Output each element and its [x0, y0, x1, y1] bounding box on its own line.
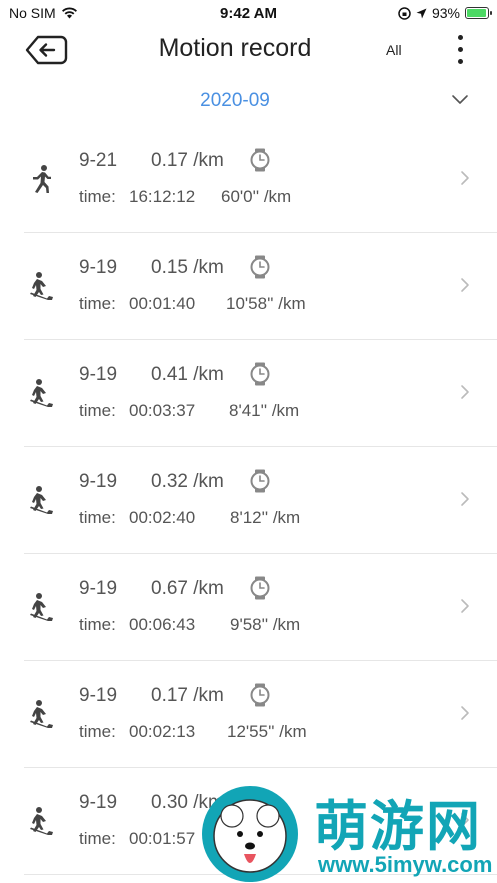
- record-date: 9-19: [79, 364, 118, 385]
- record-distance: 0.15 /km: [151, 257, 224, 278]
- record-time-label: time:: [79, 722, 116, 741]
- record-time-label: time:: [79, 294, 116, 313]
- record-time: 00:02:13: [129, 722, 196, 741]
- record-row[interactable]: 9-19 0.15 /km time: 00:01:40 10'58'' /km: [24, 233, 497, 340]
- record-row[interactable]: 9-21 0.17 /km time: 16:12:12 60'0'' /km: [24, 126, 497, 233]
- nav-bar: Motion record All: [0, 26, 497, 74]
- battery-level: [467, 9, 486, 17]
- chevron-right-icon: [461, 278, 469, 292]
- battery-icon: [465, 7, 492, 19]
- record-date: 9-19: [79, 471, 118, 492]
- orientation-lock-icon: [398, 6, 411, 20]
- record-pace: 12'55'' /km: [227, 722, 307, 741]
- record-distance: 0.67 /km: [151, 578, 224, 599]
- record-distance: 0.41 /km: [151, 364, 224, 385]
- month-selector[interactable]: 2020-09: [0, 78, 497, 126]
- chevron-right-icon: [461, 171, 469, 185]
- chevron-down-icon[interactable]: [450, 92, 470, 106]
- record-pace: 10'58'' /km: [226, 294, 306, 313]
- watch-icon: [250, 576, 270, 600]
- record-time: 00:03:37: [129, 401, 196, 420]
- record-time: 00:01:57: [129, 829, 196, 848]
- record-row[interactable]: 9-19 0.67 /km time: 00:06:43 9'58'' /km: [24, 554, 497, 661]
- record-pace: 9'58'' /km: [230, 615, 301, 634]
- record-time-label: time:: [79, 401, 116, 420]
- walking-icon: [33, 165, 51, 193]
- location-arrow-icon: [416, 8, 427, 18]
- record-time-label: time:: [79, 187, 116, 206]
- more-options-button[interactable]: [452, 32, 468, 68]
- month-label[interactable]: 2020-09: [0, 90, 470, 112]
- record-pace: 60'0'' /km: [221, 187, 292, 206]
- record-row[interactable]: 9-19 0.41 /km time: 00:03:37 8'41'' /km: [24, 340, 497, 447]
- record-distance: 0.17 /km: [151, 150, 224, 171]
- record-time-label: time:: [79, 615, 116, 634]
- record-date: 9-19: [79, 685, 118, 706]
- watch-icon: [250, 469, 270, 493]
- filter-all-button[interactable]: All: [386, 42, 402, 58]
- record-time-label: time:: [79, 829, 116, 848]
- watch-icon: [250, 255, 270, 279]
- record-row[interactable]: 9-19 0.32 /km time: 00:02:40 8'12'' /km: [24, 447, 497, 554]
- battery-percent: 93%: [431, 5, 460, 21]
- record-pace: 8'41'' /km: [229, 401, 300, 420]
- record-date: 9-19: [79, 792, 118, 813]
- watermark-text: 萌游网: [314, 797, 482, 857]
- record-row[interactable]: 9-19 0.17 /km time: 00:02:13 12'55'' /km: [24, 661, 497, 768]
- chevron-right-icon: [461, 385, 469, 399]
- treadmill-icon: [30, 700, 53, 728]
- record-time: 16:12:12: [129, 187, 196, 206]
- record-list: 9-21 0.17 /km time: 16:12:12 60'0'' /km …: [0, 126, 497, 875]
- record-time: 00:06:43: [129, 615, 196, 634]
- watch-icon: [250, 683, 270, 707]
- watch-icon: [250, 790, 270, 814]
- chevron-right-icon: [461, 706, 469, 720]
- record-distance: 0.30 /km: [151, 792, 224, 813]
- watch-icon: [250, 148, 270, 172]
- record-distance: 0.32 /km: [151, 471, 224, 492]
- record-time: 00:02:40: [129, 508, 196, 527]
- treadmill-icon: [30, 593, 53, 621]
- more-dot: [457, 35, 463, 40]
- chevron-right-icon: [461, 492, 469, 506]
- treadmill-icon: [30, 807, 53, 835]
- status-right: 93%: [398, 5, 492, 21]
- record-distance: 0.17 /km: [151, 685, 224, 706]
- record-date: 9-19: [79, 578, 118, 599]
- watch-icon: [250, 362, 270, 386]
- record-pace: 8'12'' /km: [230, 508, 301, 527]
- treadmill-icon: [30, 272, 53, 300]
- status-bar: No SIM 9:42 AM 93%: [0, 0, 497, 26]
- record-time-label: time:: [79, 508, 116, 527]
- record-date: 9-19: [79, 257, 118, 278]
- chevron-right-icon: [461, 599, 469, 613]
- more-dot: [457, 47, 463, 52]
- treadmill-icon: [30, 486, 53, 514]
- record-time: 00:01:40: [129, 294, 196, 313]
- record-date: 9-21: [79, 150, 118, 171]
- watermark-url: www.5imyw.com: [318, 852, 493, 877]
- treadmill-icon: [30, 379, 53, 407]
- more-dot: [457, 59, 463, 64]
